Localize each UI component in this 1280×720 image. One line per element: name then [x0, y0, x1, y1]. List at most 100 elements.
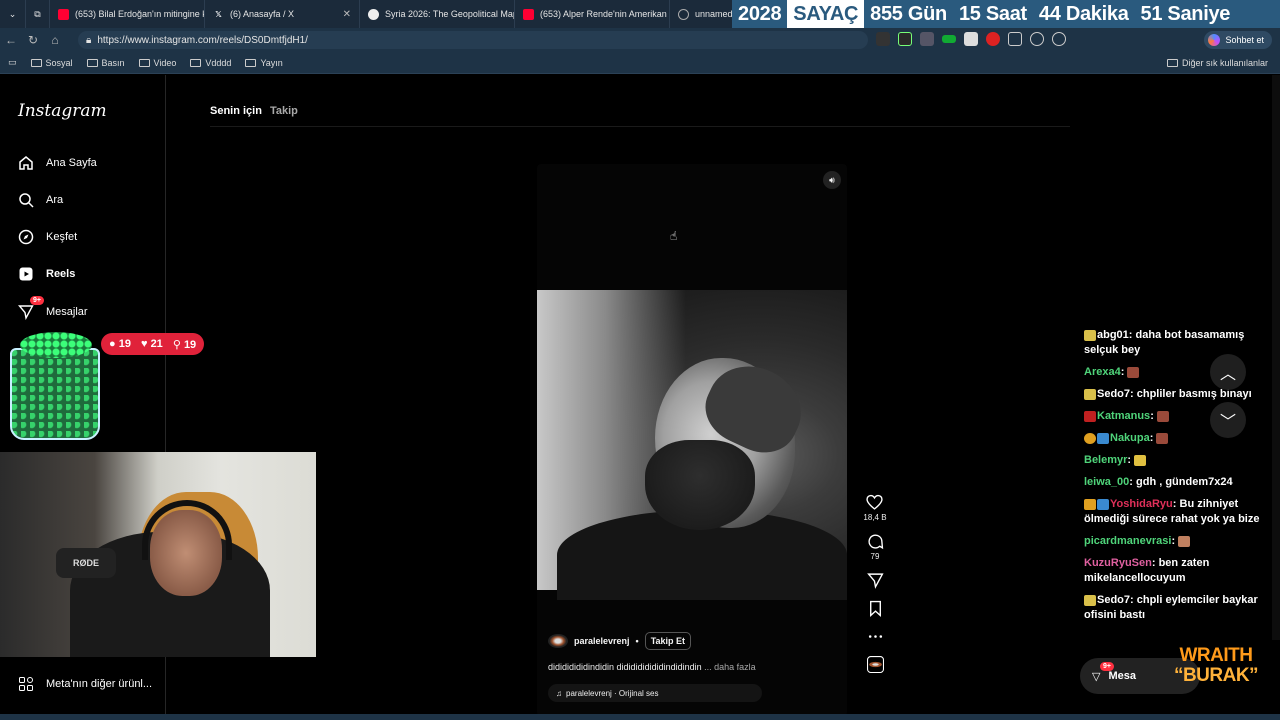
reels-icon	[19, 267, 33, 281]
extension-icon[interactable]	[942, 35, 956, 43]
nav-label: Ana Sayfa	[46, 157, 97, 169]
split-screen-icon[interactable]	[1008, 32, 1022, 46]
bookmark-folder[interactable]: Basın	[86, 57, 125, 68]
home-icon	[19, 156, 33, 170]
chat-message: KuzuRyuSen: ben zaten mikelancellocuyum	[1084, 557, 1210, 584]
nav-search[interactable]: Ara	[18, 192, 63, 208]
browser-tab-2[interactable]: 𝕏 (6) Anasayfa / X ✕	[205, 0, 360, 28]
share-icon	[866, 573, 884, 589]
audio-avatar-icon	[866, 656, 884, 673]
volume-icon[interactable]: 🔊︎	[823, 171, 841, 189]
chat-message: picardmanevrasi:	[1084, 534, 1274, 549]
share-button[interactable]	[866, 572, 884, 589]
nav-label: Keşfet	[46, 231, 78, 243]
workspaces-icon[interactable]: ⧉	[26, 0, 50, 28]
badge-icon	[1084, 388, 1096, 400]
tab-for-you[interactable]: Senin için	[210, 105, 262, 117]
avatar[interactable]	[548, 634, 568, 648]
chat-button-label: Sohbet et	[1225, 35, 1264, 45]
back-icon[interactable]: ←	[0, 33, 22, 47]
meta-products-link[interactable]: Meta'nın diğer ürünl...	[18, 676, 152, 692]
chat-message: YoshidaRyu: Bu zihniyet ölmediği sürece …	[1084, 498, 1260, 525]
search-icon	[19, 193, 34, 208]
tab-actions-chevron-icon[interactable]: ⌄	[0, 0, 26, 28]
page-scrollbar[interactable]	[1272, 75, 1280, 640]
other-bookmarks[interactable]: Diğer sık kullanılanlar	[1166, 57, 1268, 68]
next-reel-button[interactable]: ﹀	[1210, 402, 1246, 438]
badge-icon	[1097, 432, 1109, 444]
bookmark-label: Diğer sık kullanılanlar	[1181, 57, 1268, 68]
countdown-banner: 2028 SAYAÇ 855 Gün 15 Saat 44 Dakika 51 …	[732, 0, 1280, 28]
close-tab-icon[interactable]: ✕	[343, 9, 351, 20]
badge-icon	[1084, 594, 1096, 606]
heart-icon: ♥	[140, 338, 148, 350]
emote-icon	[1127, 366, 1140, 378]
badge-icon	[1084, 498, 1096, 510]
globe-icon	[678, 8, 689, 20]
follow-button[interactable]: Takip Et	[644, 632, 692, 650]
nav-explore[interactable]: Keşfet	[18, 229, 77, 245]
previous-reel-button[interactable]: ︿	[1210, 354, 1246, 390]
follower-stat: ⚲ 19	[173, 338, 196, 351]
browser-tab-4[interactable]: (653) Alper Rende'nin Amerikan F ✕	[515, 0, 670, 28]
extension-icon[interactable]	[898, 32, 912, 46]
author-name[interactable]: paralelevrenj	[574, 636, 630, 646]
nav-label: Mesajlar	[46, 306, 88, 318]
audio-pill[interactable]: ♫ paralelevrenj · Orijinal ses	[548, 684, 762, 702]
logo-line-1: WRAITH	[1179, 645, 1253, 666]
reload-icon[interactable]: ↻	[22, 33, 44, 47]
address-bar: ← ↻ ⌂ 🔒︎ https://www.instagram.com/reels…	[0, 28, 1280, 52]
extension-icon[interactable]	[986, 32, 1000, 46]
browser-tab-1[interactable]: (653) Bilal Erdoğan'ın mitingine k ✕	[50, 0, 205, 28]
stat-value: 19	[118, 338, 131, 350]
chevron-down-icon: ﹀	[1219, 414, 1236, 431]
emote-icon	[1156, 432, 1169, 444]
folder-icon	[190, 58, 202, 67]
url-text: https://www.instagram.com/reels/DS0Dmtfj…	[97, 34, 308, 46]
chat-message: Sedo7: chpliler basmış binayı	[1084, 387, 1274, 402]
comment-stat: ● 19	[109, 338, 131, 350]
tab-title: (653) Bilal Erdoğan'ın mitingine k	[75, 9, 205, 19]
bookmark-label: Sosyal	[45, 57, 73, 68]
bookmark-folder[interactable]: Sosyal	[30, 57, 73, 68]
bookmark-label: Basın	[101, 57, 125, 68]
nav-home[interactable]: Ana Sayfa	[18, 155, 97, 171]
favorites-icon[interactable]	[1030, 32, 1044, 46]
chat-message: abg01: daha bot basamamış selçuk bey	[1084, 329, 1245, 356]
meta-link-label: Meta'nın diğer ürünl...	[46, 678, 153, 690]
browser-tab-5[interactable]: unnamed (	[670, 0, 732, 28]
like-button[interactable]: 18,4 B	[863, 494, 887, 522]
profile-avatar-icon[interactable]	[1052, 32, 1066, 46]
jar-top	[20, 332, 92, 358]
bookmark-folder[interactable]: Vdddd	[190, 58, 231, 68]
comment-button[interactable]: 79	[867, 533, 884, 561]
nav-messages[interactable]: 9+ Mesajlar	[18, 296, 88, 320]
save-button[interactable]	[867, 600, 884, 617]
bookmark-folder[interactable]: Video	[138, 58, 176, 68]
x-icon: 𝕏	[215, 9, 222, 19]
reel-feed-tabs: Senin için Takip	[210, 105, 298, 117]
tab-following[interactable]: Takip	[270, 105, 298, 117]
url-field[interactable]: 🔒︎ https://www.instagram.com/reels/DS0Dm…	[78, 31, 868, 49]
tab-switch-icon[interactable]: ▭	[8, 57, 17, 68]
messages-pill-label: Mesa	[1108, 670, 1136, 682]
more-options-button[interactable]	[867, 628, 884, 645]
instagram-logo[interactable]: Instagram	[18, 101, 107, 121]
home-icon[interactable]: ⌂	[44, 33, 66, 47]
tab-title: unnamed (	[695, 9, 732, 19]
extension-icon[interactable]	[876, 32, 890, 46]
browser-tab-3[interactable]: Syria 2026: The Geopolitical Map ✕	[360, 0, 515, 28]
extension-icon[interactable]	[920, 32, 934, 46]
chat-copilot-button[interactable]: Sohbet et	[1204, 31, 1272, 49]
chat-user: Sedo7	[1097, 388, 1131, 400]
nav-reels[interactable]: Reels	[18, 266, 75, 282]
counter-label: SAYAÇ	[787, 0, 865, 28]
more-link[interactable]: ... daha fazla	[704, 662, 756, 672]
audio-thumbnail[interactable]	[866, 656, 884, 673]
extension-icon[interactable]	[964, 32, 978, 46]
badge-icon	[1097, 498, 1109, 510]
audio-label: paralelevrenj · Orijinal ses	[566, 688, 659, 698]
chat-user: Sedo7	[1097, 594, 1131, 606]
bookmark-folder[interactable]: Yayın	[245, 58, 283, 68]
stat-value: 21	[150, 338, 163, 350]
